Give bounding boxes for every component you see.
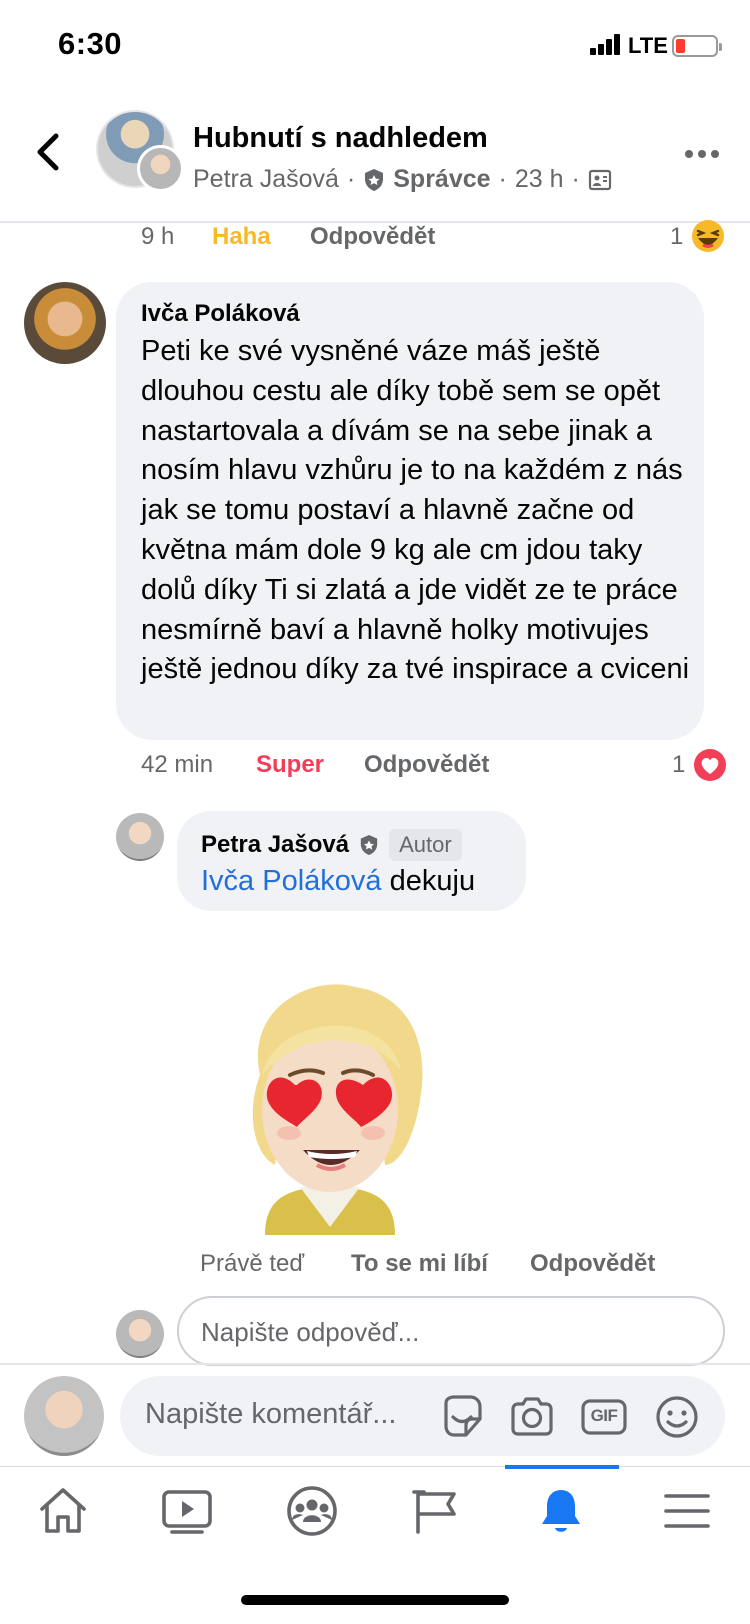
commenter-avatar[interactable]: [24, 282, 106, 364]
reply-like-button[interactable]: To se mi líbí: [351, 1250, 488, 1278]
reply-author-row: Petra Jašová Autor: [201, 829, 462, 861]
menu-icon[interactable]: [660, 1484, 714, 1538]
prev-reaction-label[interactable]: Haha: [212, 223, 271, 251]
more-horizontal-icon: [685, 150, 719, 158]
avatar-sticker-image: [252, 984, 423, 1235]
nav-divider: [0, 1466, 750, 1467]
post-meta: Petra Jašová · Správce · 23 h ·: [193, 165, 612, 194]
comment-author[interactable]: Ivča Poláková: [141, 300, 300, 328]
back-button[interactable]: [32, 132, 68, 172]
post-author[interactable]: Petra Jašová: [193, 165, 339, 194]
sticker-icon[interactable]: [438, 1393, 486, 1441]
watch-icon[interactable]: [160, 1484, 214, 1538]
current-user-avatar: [24, 1376, 104, 1456]
reply-author-avatar[interactable]: [116, 813, 164, 861]
camera-icon[interactable]: [508, 1393, 556, 1441]
reply-text: Ivča Poláková dekuju: [201, 865, 475, 898]
separator: ·: [571, 165, 580, 193]
reply-input[interactable]: Napište odpověď...: [177, 1296, 725, 1366]
chevron-left-icon: [37, 133, 59, 171]
prev-reaction-count[interactable]: 1: [670, 223, 683, 251]
reply-time: Právě teď: [200, 1250, 305, 1277]
reply-input-avatar: [116, 1310, 164, 1358]
author-avatar: [137, 145, 184, 192]
comment-input[interactable]: Napište komentář...: [120, 1376, 725, 1456]
reply-author[interactable]: Petra Jašová: [201, 831, 349, 859]
pages-flag-icon[interactable]: [410, 1484, 464, 1538]
prev-reply-button[interactable]: Odpovědět: [310, 223, 435, 251]
network-label: LTE: [628, 33, 668, 58]
group-privacy-icon: [588, 169, 611, 190]
post-time: 23 h: [514, 165, 564, 193]
reply-bubble: Petra Jašová Autor Ivča Poláková dekuju: [177, 811, 526, 911]
haha-reaction-icon: [692, 220, 724, 252]
comment-bubble: Ivča Poláková Peti ke své vysněné váze m…: [116, 282, 704, 740]
groups-icon[interactable]: [285, 1484, 339, 1538]
emoji-icon[interactable]: [653, 1393, 701, 1441]
reply-input-placeholder: Napište odpověď...: [201, 1317, 420, 1347]
comment-reaction-label[interactable]: Super: [256, 751, 324, 779]
prev-comment-time: 9 h: [141, 223, 175, 250]
comment-text: Peti ke své vysněné váze máš ještě dlouh…: [141, 335, 690, 686]
reply-reply-button[interactable]: Odpovědět: [530, 1250, 655, 1278]
reply-message: dekuju: [389, 865, 476, 897]
nav-active-indicator: [505, 1465, 619, 1469]
notifications-bell-icon[interactable]: [534, 1484, 588, 1538]
battery-icon: [672, 35, 722, 57]
group-title[interactable]: Hubnutí s nadhledem: [193, 122, 488, 155]
gif-button[interactable]: GIF: [580, 1393, 628, 1441]
status-time: 6:30: [58, 26, 123, 61]
admin-shield-icon: [360, 835, 378, 855]
mention-link[interactable]: Ivča Poláková: [201, 865, 382, 897]
love-reaction-icon: [694, 749, 726, 781]
home-indicator: [241, 1595, 509, 1605]
gif-label: GIF: [590, 1406, 618, 1425]
signal-icon: [590, 33, 622, 55]
separator: ·: [346, 165, 356, 193]
more-options-button[interactable]: [684, 146, 720, 158]
admin-role: Správce: [393, 165, 491, 193]
comment-input-placeholder: Napište komentář...: [145, 1398, 397, 1430]
separator: ·: [498, 165, 507, 193]
comment-reaction-count[interactable]: 1: [672, 751, 685, 779]
comment-time: 42 min: [141, 751, 214, 778]
comment-reply-button[interactable]: Odpovědět: [364, 751, 489, 779]
composer-divider: [0, 1363, 750, 1365]
author-badge: Autor: [389, 829, 462, 861]
admin-shield-icon: [365, 168, 384, 191]
home-icon[interactable]: [36, 1484, 90, 1538]
